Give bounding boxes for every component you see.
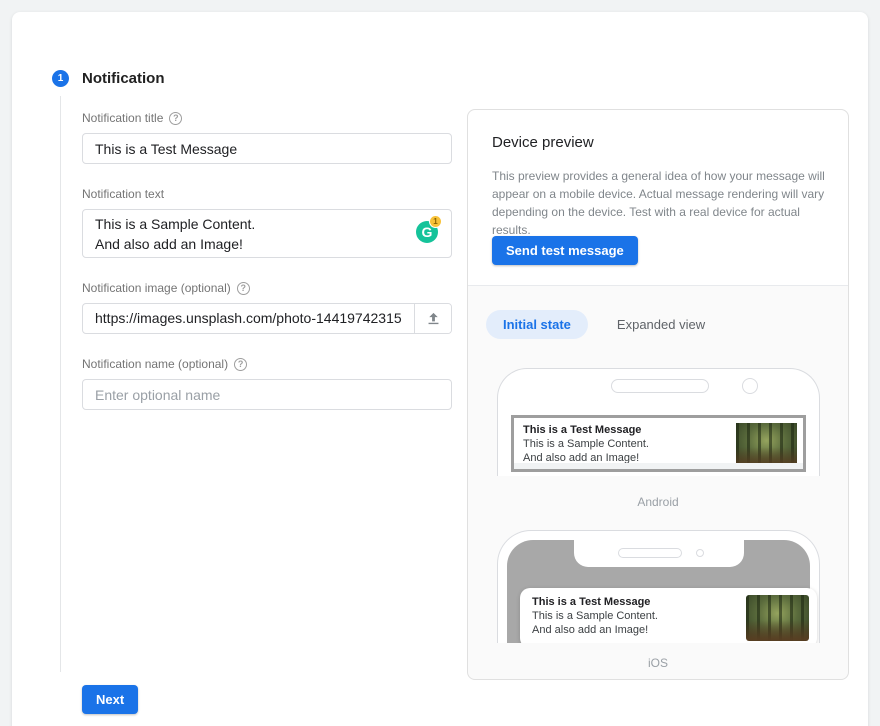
- composer-card: 1 Notification Notification title ? Noti…: [12, 12, 868, 726]
- notification-text-label-text: Notification text: [82, 187, 164, 201]
- tab-initial-state[interactable]: Initial state: [486, 310, 588, 339]
- ios-screen: This is a Test Message This is a Sample …: [507, 540, 810, 643]
- ios-notch: [574, 540, 744, 567]
- device-preview-header: Device preview This preview provides a g…: [468, 110, 848, 286]
- step-title: Notification: [82, 70, 165, 87]
- notification-image-url[interactable]: https://images.unsplash.com/photo-144197…: [83, 304, 414, 333]
- ios-speaker: [618, 548, 682, 558]
- notification-title-label: Notification title ?: [82, 111, 182, 125]
- ios-notification-text: This is a Test Message This is a Sample …: [532, 595, 658, 637]
- android-speaker: [611, 379, 709, 393]
- notification-title-label-text: Notification title: [82, 111, 163, 125]
- help-icon[interactable]: ?: [237, 282, 250, 295]
- notification-text-input[interactable]: This is a Sample Content. And also add a…: [82, 209, 452, 258]
- send-test-message-button[interactable]: Send test message: [492, 236, 638, 265]
- ios-phone-mockup: This is a Test Message This is a Sample …: [497, 530, 820, 643]
- ios-notification-preview: This is a Test Message This is a Sample …: [520, 588, 817, 643]
- tab-expanded-view[interactable]: Expanded view: [600, 310, 722, 339]
- ios-label: iOS: [468, 656, 848, 670]
- android-notification-text: This is a Test Message This is a Sample …: [523, 423, 649, 465]
- step-number-badge: 1: [52, 70, 69, 87]
- preview-notification-title: This is a Test Message: [523, 423, 649, 437]
- notification-text-label: Notification text: [82, 187, 164, 201]
- notification-title-input[interactable]: [82, 133, 452, 164]
- preview-tabs: Initial state Expanded view: [486, 310, 722, 339]
- notification-name-input[interactable]: [82, 379, 452, 410]
- notification-name-label: Notification name (optional) ?: [82, 357, 247, 371]
- notification-text-line2: And also add an Image!: [95, 234, 411, 254]
- preview-notification-line: This is a Sample Content.: [523, 437, 649, 451]
- upload-image-button[interactable]: [414, 304, 451, 333]
- notification-name-label-text: Notification name (optional): [82, 357, 228, 371]
- notification-text-line1: This is a Sample Content.: [95, 214, 411, 234]
- help-icon[interactable]: ?: [169, 112, 182, 125]
- notification-image-label: Notification image (optional) ?: [82, 281, 250, 295]
- ios-camera: [696, 549, 704, 557]
- android-label: Android: [468, 495, 848, 509]
- help-icon[interactable]: ?: [234, 358, 247, 371]
- notification-image-label-text: Notification image (optional): [82, 281, 231, 295]
- android-notification-footer-strip: [514, 463, 803, 469]
- notification-image-thumbnail: [746, 595, 809, 641]
- android-notification-preview: This is a Test Message This is a Sample …: [511, 415, 806, 472]
- notification-image-thumbnail: [736, 423, 797, 467]
- android-camera: [742, 378, 758, 394]
- device-preview-body: Initial state Expanded view This is a Te…: [468, 286, 848, 680]
- notification-image-input[interactable]: https://images.unsplash.com/photo-144197…: [82, 303, 452, 334]
- device-preview-description: This preview provides a general idea of …: [492, 167, 832, 239]
- next-button[interactable]: Next: [82, 685, 138, 714]
- grammarly-badge: 1: [429, 215, 442, 228]
- android-phone-mockup: This is a Test Message This is a Sample …: [497, 368, 820, 476]
- device-preview-panel: Device preview This preview provides a g…: [467, 109, 849, 680]
- preview-notification-line: And also add an Image!: [532, 623, 658, 637]
- upload-icon: [425, 310, 442, 327]
- preview-notification-title: This is a Test Message: [532, 595, 658, 609]
- stepper-line: [60, 96, 61, 672]
- preview-notification-line: This is a Sample Content.: [532, 609, 658, 623]
- device-preview-title: Device preview: [492, 134, 594, 151]
